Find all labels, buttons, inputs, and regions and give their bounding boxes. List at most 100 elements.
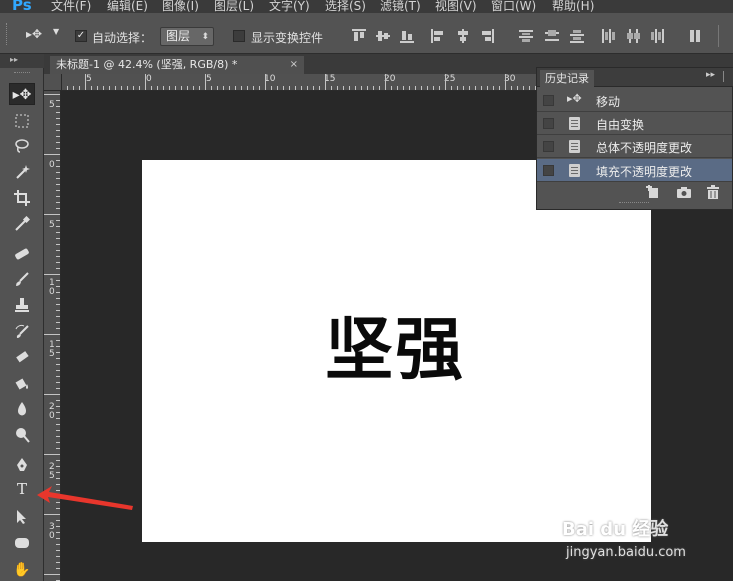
- options-grip[interactable]: [6, 23, 9, 45]
- ruler-corner[interactable]: [44, 74, 62, 91]
- clone-stamp-tool[interactable]: [9, 294, 35, 316]
- ruler-tick: [289, 86, 290, 90]
- distribute-hcenter-icon[interactable]: [626, 29, 640, 43]
- document-icon: [569, 164, 580, 177]
- new-document-from-state-icon[interactable]: [645, 185, 661, 199]
- ruler-tick: [56, 436, 60, 437]
- ruler-tick: [56, 532, 60, 533]
- move-tool-icon[interactable]: ▸✥: [26, 27, 42, 41]
- history-item[interactable]: 总体不透明度更改: [537, 135, 732, 158]
- menu-filter[interactable]: 滤镜(T): [380, 0, 421, 13]
- ruler-tick: [163, 86, 164, 90]
- auto-select-checkbox[interactable]: ✓: [75, 30, 87, 42]
- ruler-tick: [56, 538, 60, 539]
- pen-tool[interactable]: [9, 454, 35, 476]
- move-tool[interactable]: ▸✥: [9, 83, 35, 105]
- history-checkbox[interactable]: [543, 118, 554, 129]
- magic-wand-tool[interactable]: [9, 161, 35, 183]
- distribute-right-icon[interactable]: [650, 29, 664, 43]
- close-icon[interactable]: ×: [290, 56, 298, 74]
- eyedropper-tool[interactable]: [9, 213, 35, 235]
- distribute-left-icon[interactable]: [601, 29, 615, 43]
- path-selection-tool[interactable]: [9, 506, 35, 528]
- ruler-tick: [56, 130, 60, 131]
- menu-image[interactable]: 图像(I): [162, 0, 199, 13]
- ruler-tick: [44, 454, 60, 455]
- auto-align-icon[interactable]: [688, 29, 702, 43]
- menu-type[interactable]: 文字(Y): [269, 0, 310, 13]
- chevron-down-icon[interactable]: ▼: [53, 27, 59, 36]
- history-item-selected[interactable]: 填充不透明度更改: [537, 159, 732, 182]
- ruler-tick: [56, 322, 60, 323]
- type-tool[interactable]: T: [9, 480, 35, 502]
- menu-select[interactable]: 选择(S): [325, 0, 366, 13]
- camera-icon[interactable]: [676, 185, 692, 199]
- brush-tool[interactable]: [9, 268, 35, 290]
- blur-tool[interactable]: [9, 398, 35, 420]
- dodge-tool[interactable]: [9, 424, 35, 446]
- auto-select-target-select[interactable]: 图层 ⬍: [160, 27, 214, 46]
- ruler-tick: [56, 556, 60, 557]
- distribute-bottom-icon[interactable]: [570, 29, 584, 43]
- align-right-icon[interactable]: [480, 29, 494, 43]
- ruler-tick: [56, 496, 60, 497]
- ruler-tick: [463, 86, 464, 90]
- show-transform-checkbox[interactable]: [233, 30, 245, 42]
- tools-collapse-icon[interactable]: ▸▸: [0, 54, 44, 68]
- align-vcenter-icon[interactable]: [376, 29, 390, 43]
- hand-tool[interactable]: ✋: [9, 559, 35, 581]
- eraser-tool[interactable]: [9, 346, 35, 368]
- ruler-tick: [56, 502, 60, 503]
- vertical-ruler[interactable]: 5 0 5 1 0 1 5 2 0 2 5 3 0: [44, 91, 61, 581]
- ruler-tick: [56, 406, 60, 407]
- menu-bar: Ps 文件(F) 编辑(E) 图像(I) 图层(L) 文字(Y) 选择(S) 滤…: [0, 0, 733, 13]
- menu-file[interactable]: 文件(F): [51, 0, 91, 13]
- healing-brush-tool[interactable]: [9, 243, 35, 265]
- align-bottom-icon[interactable]: [400, 29, 414, 43]
- distribute-vcenter-icon[interactable]: [545, 29, 559, 43]
- panel-collapse-icon[interactable]: ▸▸: [706, 70, 715, 80]
- ruler-tick: [56, 232, 60, 233]
- history-panel-header: 历史记录 ▸▸: [537, 68, 733, 87]
- history-checkbox[interactable]: [543, 95, 554, 106]
- history-checkbox[interactable]: [543, 141, 554, 152]
- history-tab[interactable]: 历史记录: [540, 70, 594, 87]
- ruler-tick: [56, 190, 60, 191]
- ruler-tick: [409, 86, 410, 90]
- rectangle-tool[interactable]: [9, 532, 35, 554]
- trash-icon[interactable]: [706, 185, 720, 199]
- canvas-text-layer[interactable]: 坚强: [325, 294, 465, 393]
- ruler-tick: [56, 472, 60, 473]
- history-item-label: 填充不透明度更改: [596, 165, 693, 179]
- marquee-tool[interactable]: [9, 110, 35, 132]
- history-item[interactable]: ▸✥ 移动: [537, 89, 732, 112]
- lasso-tool[interactable]: [9, 135, 35, 157]
- align-hcenter-icon[interactable]: [456, 29, 470, 43]
- ruler-tick: [355, 86, 356, 90]
- document-tab[interactable]: 未标题-1 @ 42.4% (坚强, RGB/8) * ×: [50, 56, 304, 74]
- distribute-top-icon[interactable]: [519, 29, 533, 43]
- ruler-tick: [439, 86, 440, 90]
- paint-bucket-tool[interactable]: [9, 372, 35, 394]
- ruler-tick: [56, 286, 60, 287]
- rect-marquee-icon: [15, 114, 29, 128]
- tools-grip[interactable]: [14, 72, 30, 74]
- history-checkbox[interactable]: [543, 165, 554, 176]
- align-left-icon[interactable]: [431, 29, 445, 43]
- menu-window[interactable]: 窗口(W): [491, 0, 536, 13]
- ruler-tick: [56, 124, 60, 125]
- ruler-tick: [271, 86, 272, 90]
- panel-menu-icon[interactable]: [723, 71, 731, 82]
- history-item-label: 总体不透明度更改: [596, 141, 693, 155]
- menu-edit[interactable]: 编辑(E): [107, 0, 148, 13]
- history-brush-tool[interactable]: [9, 320, 35, 342]
- ruler-tick: [529, 86, 530, 90]
- history-item[interactable]: 自由变换: [537, 112, 732, 135]
- ruler-tick: [67, 86, 68, 90]
- menu-view[interactable]: 视图(V): [435, 0, 477, 13]
- menu-help[interactable]: 帮助(H): [552, 0, 594, 13]
- crop-tool[interactable]: [9, 187, 35, 209]
- menu-layer[interactable]: 图层(L): [214, 0, 254, 13]
- panel-resize-grip[interactable]: [619, 202, 649, 206]
- align-top-icon[interactable]: [352, 29, 366, 43]
